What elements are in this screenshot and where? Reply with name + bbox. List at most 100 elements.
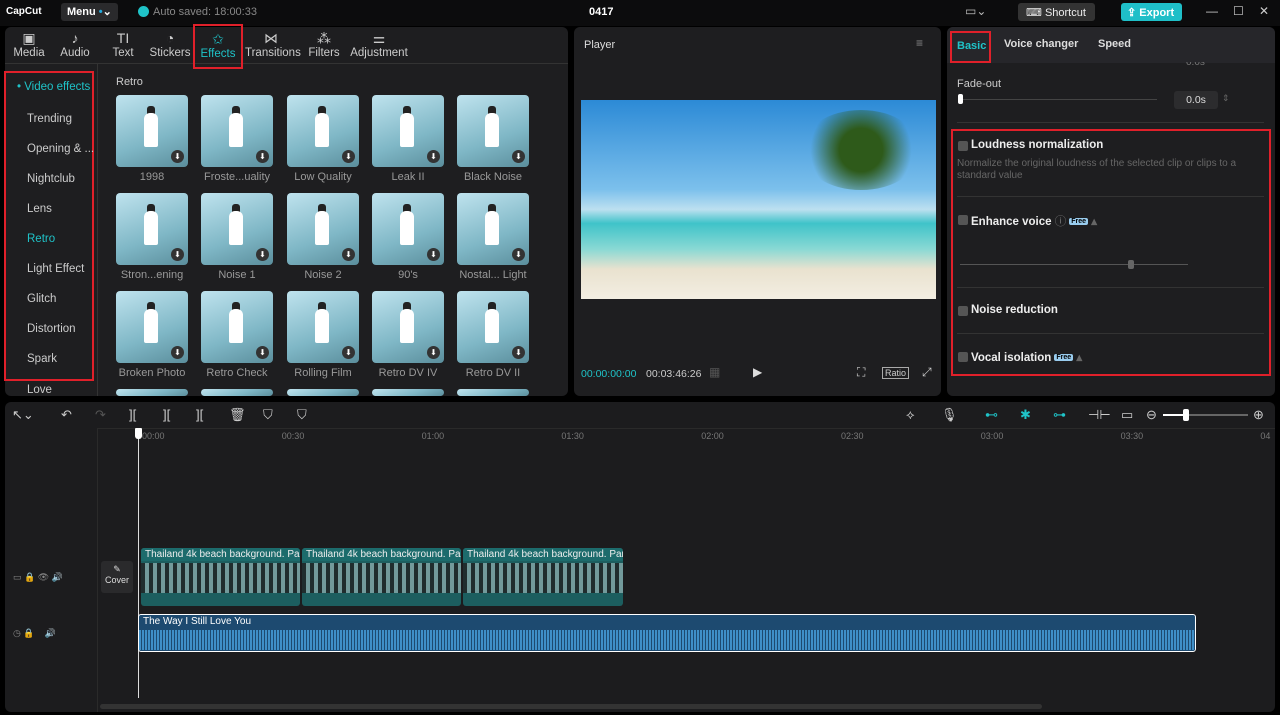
effect-thumbnail[interactable] [372, 389, 444, 396]
effect-thumbnail[interactable] [287, 389, 359, 396]
effect-thumbnail[interactable]: ⬇ [116, 193, 188, 265]
player-menu-icon[interactable]: ≡ [916, 36, 923, 50]
tab-speed[interactable]: Speed [1098, 38, 1131, 50]
tab-adjustment[interactable]: ⚌ Adjustment [350, 29, 408, 59]
timeline-scrollbar[interactable] [100, 704, 1042, 709]
tab-audio[interactable]: ♪ Audio [55, 29, 95, 59]
tab-transitions[interactable]: ⋈ Transitions [245, 29, 301, 59]
tab-filters[interactable]: ⁂ Filters [305, 29, 343, 59]
effect-thumbnail[interactable]: ⬇ [372, 291, 444, 363]
preview-axis-icon[interactable]: ⊣⊢ [1088, 407, 1111, 423]
effect-thumbnail[interactable]: ⬇ [201, 95, 273, 167]
auto-marker-icon[interactable]: ⛉ [263, 407, 273, 423]
split-icon[interactable]: ][ [129, 407, 136, 422]
linkage-icon[interactable]: ⊶ [1053, 407, 1066, 423]
effect-thumbnail[interactable]: ⬇ [201, 193, 273, 265]
effect-thumbnail[interactable]: ⬇ [287, 95, 359, 167]
effect-thumbnail[interactable]: ⬇ [201, 291, 273, 363]
video-track-controls[interactable]: ▭ 🔒 👁 🔊 [13, 572, 63, 583]
timecode-grid-icon[interactable]: ▦ [709, 365, 720, 379]
vocal-isolation-checkbox[interactable] [958, 352, 968, 362]
download-icon[interactable]: ⬇ [427, 346, 440, 359]
tab-effects[interactable]: ✩ Effects [193, 24, 243, 69]
video-clip[interactable]: Thailand 4k beach background. Par [302, 548, 461, 606]
effect-thumbnail[interactable]: ⬇ [116, 95, 188, 167]
tab-media[interactable]: ▣ Media [9, 29, 49, 59]
menu-button[interactable]: Menu •⌄ [61, 3, 118, 21]
effect-thumbnail[interactable]: ⬇ [372, 193, 444, 265]
download-icon[interactable]: ⬇ [171, 150, 184, 163]
fade-out-stepper[interactable]: ⇕ [1222, 93, 1230, 104]
marker-icon[interactable]: ⛉ [297, 407, 307, 423]
loudness-checkbox[interactable] [958, 141, 968, 151]
download-icon[interactable]: ⬇ [427, 150, 440, 163]
fit-icon[interactable]: ⛶ [857, 365, 865, 380]
microphone-icon[interactable]: 🎙 [941, 407, 958, 423]
maximize-button[interactable]: ☐ [1233, 4, 1244, 18]
download-icon[interactable]: ⬇ [256, 150, 269, 163]
effect-thumbnail[interactable]: ⬇ [457, 95, 529, 167]
sidebar-item-light-effect[interactable]: Light Effect [27, 263, 84, 275]
export-button[interactable]: ⇪ Export [1121, 3, 1182, 21]
noise-reduction-checkbox[interactable] [958, 306, 968, 316]
redo-button[interactable]: ↷ [95, 407, 106, 423]
select-tool-icon[interactable]: ↖⌄ [12, 407, 34, 423]
fade-out-slider[interactable] [960, 99, 1157, 100]
play-button[interactable]: ▶ [753, 365, 762, 379]
download-icon[interactable]: ⬇ [512, 248, 525, 261]
zoom-slider-handle[interactable] [1183, 409, 1189, 421]
effect-thumbnail[interactable] [457, 389, 529, 396]
enhance-voice-checkbox[interactable] [958, 215, 968, 225]
sidebar-item-video-effects[interactable]: • Video effects [17, 81, 90, 93]
audio-track-controls[interactable]: ◷ 🔒 🔊 [13, 628, 56, 639]
effect-thumbnail[interactable] [116, 389, 188, 396]
auto-snap-icon[interactable]: ✱ [1020, 407, 1031, 423]
effect-thumbnail[interactable]: ⬇ [457, 193, 529, 265]
split-right-icon[interactable]: ][ [196, 407, 203, 422]
tab-stickers[interactable]: ◔ Stickers [149, 29, 191, 59]
sidebar-item-nightclub[interactable]: Nightclub [27, 173, 75, 185]
playhead-handle[interactable] [135, 428, 142, 439]
zoom-in-icon[interactable]: ⊕ [1253, 407, 1264, 423]
undo-button[interactable]: ↶ [61, 407, 72, 423]
tab-voice-changer[interactable]: Voice changer [1004, 38, 1078, 50]
minimize-button[interactable]: — [1206, 4, 1218, 18]
sidebar-item-retro[interactable]: Retro [27, 233, 55, 245]
effect-thumbnail[interactable]: ⬇ [287, 291, 359, 363]
effect-thumbnail[interactable]: ⬇ [372, 95, 444, 167]
sidebar-item-trending[interactable]: Trending [27, 113, 72, 125]
split-left-icon[interactable]: ][ [163, 407, 170, 422]
fade-out-input[interactable]: 0.0s [1174, 91, 1218, 109]
tab-text[interactable]: TI Text [103, 29, 143, 59]
layout-icon[interactable]: ▭⌄ [965, 4, 986, 18]
enhance-intensity-slider[interactable] [960, 264, 1188, 265]
zoom-out-icon[interactable]: ⊖ [1146, 407, 1157, 423]
preview-icon[interactable]: ▭ [1121, 407, 1133, 423]
zoom-slider[interactable] [1163, 414, 1248, 416]
effect-thumbnail[interactable]: ⬇ [116, 291, 188, 363]
enhance-slider-handle[interactable] [1128, 260, 1134, 269]
sidebar-item-distortion[interactable]: Distortion [27, 323, 76, 335]
download-icon[interactable]: ⬇ [171, 346, 184, 359]
sidebar-item-opening[interactable]: Opening & ... [27, 143, 94, 155]
fullscreen-icon[interactable]: ⤢ [922, 365, 932, 380]
download-icon[interactable]: ⬇ [256, 346, 269, 359]
download-icon[interactable]: ⬇ [342, 248, 355, 261]
shortcut-button[interactable]: ⌨ Shortcut [1018, 3, 1095, 21]
cover-button[interactable]: ✎ Cover [101, 561, 133, 593]
download-icon[interactable]: ⬇ [427, 248, 440, 261]
effect-thumbnail[interactable]: ⬇ [457, 291, 529, 363]
main-track-magnet-icon[interactable]: ⊷ [985, 407, 998, 423]
download-icon[interactable]: ⬇ [342, 150, 355, 163]
download-icon[interactable]: ⬇ [512, 150, 525, 163]
download-icon[interactable]: ⬇ [171, 248, 184, 261]
download-icon[interactable]: ⬇ [342, 346, 355, 359]
audio-clip[interactable]: The Way I Still Love You [138, 614, 1196, 652]
sidebar-item-lens[interactable]: Lens [27, 203, 52, 215]
video-clip[interactable]: Thailand 4k beach background. Par [463, 548, 623, 606]
tab-basic[interactable]: Basic [950, 31, 991, 63]
sidebar-item-glitch[interactable]: Glitch [27, 293, 56, 305]
ai-tool-icon[interactable]: ⟡ [906, 407, 915, 423]
effect-thumbnail[interactable] [201, 389, 273, 396]
effect-thumbnail[interactable]: ⬇ [287, 193, 359, 265]
